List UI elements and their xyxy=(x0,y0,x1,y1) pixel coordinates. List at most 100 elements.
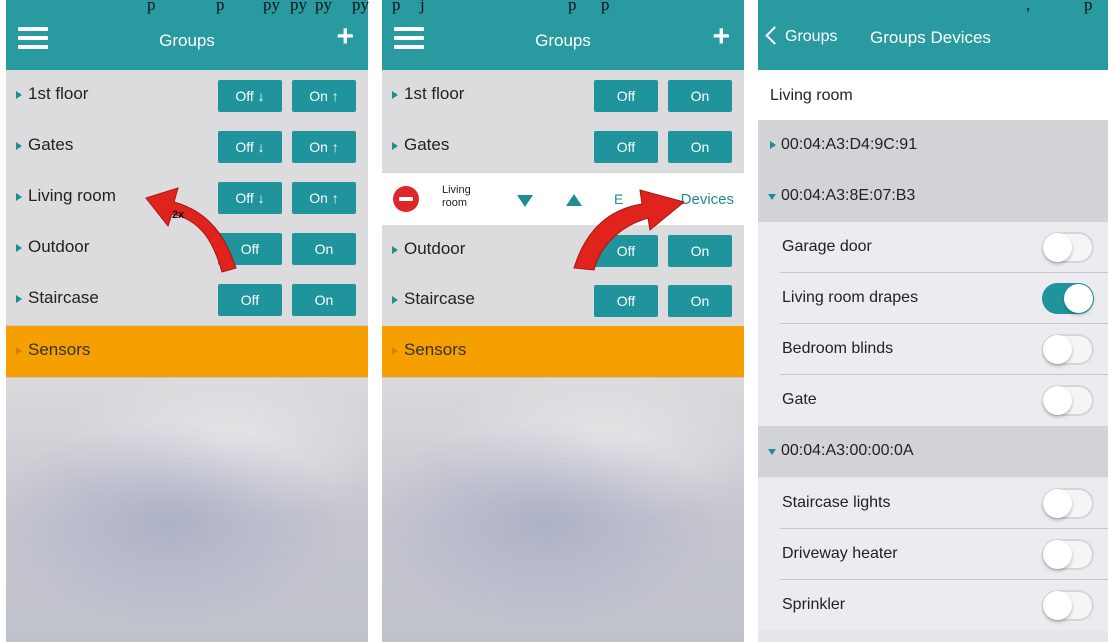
move-down-icon[interactable] xyxy=(517,195,533,207)
off-button[interactable]: Off xyxy=(594,285,658,317)
group-row[interactable]: Gates Off On xyxy=(382,121,744,172)
chevron-left-icon xyxy=(765,26,784,45)
expand-icon[interactable] xyxy=(16,193,22,201)
group-name: 1st floor xyxy=(28,84,89,103)
on-button[interactable]: On ↑ xyxy=(292,80,356,112)
device-name: Gate xyxy=(782,391,817,408)
caption-fragment: j xyxy=(420,0,425,14)
add-icon[interactable]: + xyxy=(336,22,354,52)
group-row[interactable]: Staircase Off On xyxy=(6,274,368,325)
group-row-sensors[interactable]: Sensors xyxy=(382,326,744,377)
expand-icon[interactable] xyxy=(16,347,22,355)
group-name: Sensors xyxy=(28,340,91,359)
delete-icon[interactable] xyxy=(393,186,419,212)
page-title: Groups Devices xyxy=(870,28,991,47)
controller-address: 00:04:A3:D4:9C:91 xyxy=(781,136,918,153)
collapse-icon[interactable] xyxy=(768,449,776,455)
device-toggle[interactable] xyxy=(1042,539,1094,570)
devices-button[interactable]: Devices xyxy=(681,191,734,208)
on-button[interactable]: On ↑ xyxy=(292,131,356,163)
group-name: Outdoor xyxy=(28,237,90,256)
device-toggle[interactable] xyxy=(1042,334,1094,365)
device-toggle[interactable] xyxy=(1042,590,1094,621)
collapse-icon[interactable] xyxy=(768,194,776,200)
on-button[interactable]: On xyxy=(292,284,356,316)
caption-fragment: p xyxy=(216,0,225,14)
on-button[interactable]: On xyxy=(668,80,732,112)
group-name: Staircase xyxy=(28,288,99,307)
device-row: Sprinkler xyxy=(758,580,1108,631)
swipe-count-label: 2x xyxy=(172,209,185,221)
off-button[interactable]: Off ↓ xyxy=(218,80,282,112)
device-name: Sprinkler xyxy=(782,596,846,613)
device-toggle[interactable] xyxy=(1042,385,1094,416)
off-button[interactable]: Off xyxy=(594,80,658,112)
caption-fragment: py xyxy=(352,0,369,14)
device-name: Garage door xyxy=(782,238,872,255)
group-name: Outdoor xyxy=(404,239,466,258)
group-name: Living room xyxy=(28,186,116,205)
device-toggle[interactable] xyxy=(1042,232,1094,263)
device-row: Bedroom blinds xyxy=(758,324,1108,375)
back-button[interactable]: Groups xyxy=(765,26,838,46)
caption-fragment: py xyxy=(263,0,280,14)
off-button[interactable]: Off xyxy=(594,131,658,163)
off-button[interactable]: Off xyxy=(218,284,282,316)
device-name: Staircase lights xyxy=(782,494,891,511)
device-name: Living room drapes xyxy=(782,289,919,306)
device-name: Bedroom blinds xyxy=(782,340,894,357)
caption-fragment: p xyxy=(568,0,577,14)
expand-icon[interactable] xyxy=(16,244,22,252)
caption-fragment: py xyxy=(315,0,332,14)
device-row: Staircase lights xyxy=(758,478,1108,529)
device-row: Gate xyxy=(758,375,1108,426)
group-row[interactable]: 1st floor Off ↓ On ↑ xyxy=(6,70,368,121)
device-toggle[interactable] xyxy=(1042,488,1094,519)
group-row[interactable]: 1st floor Off On xyxy=(382,70,744,121)
controller-row[interactable]: 00:04:A3:8E:07:B3 xyxy=(758,171,1108,222)
controller-row[interactable]: 00:04:A3:D4:9C:91 xyxy=(758,120,1108,171)
device-row: Driveway heater xyxy=(758,529,1108,580)
add-icon[interactable]: + xyxy=(712,22,730,52)
caption-fragment: p xyxy=(1084,0,1093,14)
group-row[interactable]: Gates Off ↓ On ↑ xyxy=(6,121,368,172)
caption-fragment: , xyxy=(1026,0,1031,14)
caption-fragment: p xyxy=(601,0,610,14)
device-toggle[interactable] xyxy=(1042,283,1094,314)
expand-icon[interactable] xyxy=(392,347,398,355)
expand-icon[interactable] xyxy=(392,91,398,99)
expand-icon[interactable] xyxy=(392,246,398,254)
tap-devices-arrow-icon xyxy=(573,189,686,271)
screen-groups: Groups + 1st floor Off ↓ On ↑ Gates Off … xyxy=(6,0,368,642)
expand-icon[interactable] xyxy=(770,141,776,149)
group-name: Staircase xyxy=(404,289,475,308)
group-row[interactable]: Outdoor Off On xyxy=(382,225,744,276)
device-name: Driveway heater xyxy=(782,545,898,562)
on-button[interactable]: On xyxy=(668,285,732,317)
expand-icon[interactable] xyxy=(392,296,398,304)
group-name: 1st floor xyxy=(404,84,465,103)
back-label: Groups xyxy=(785,28,838,45)
device-row: Garage door xyxy=(758,222,1108,273)
group-name: Gates xyxy=(28,135,74,154)
group-row-sensors[interactable]: Sensors xyxy=(6,326,368,377)
group-name: Living room xyxy=(442,184,471,209)
on-button[interactable]: On ↑ xyxy=(292,182,356,214)
on-button[interactable]: On xyxy=(668,131,732,163)
expand-icon[interactable] xyxy=(16,142,22,150)
expand-icon[interactable] xyxy=(16,91,22,99)
expand-icon[interactable] xyxy=(392,142,398,150)
off-button[interactable]: Off ↓ xyxy=(218,131,282,163)
group-row[interactable]: Staircase Off On xyxy=(382,275,744,326)
expand-icon[interactable] xyxy=(16,295,22,303)
header-title: Groups xyxy=(159,31,215,50)
device-row: Living room drapes xyxy=(758,273,1108,324)
group-name: Living room xyxy=(770,87,853,104)
group-name: Gates xyxy=(404,135,450,154)
header-title: Groups xyxy=(535,31,591,50)
controller-row[interactable]: 00:04:A3:00:00:0A xyxy=(758,426,1108,477)
on-button[interactable]: On xyxy=(292,233,356,265)
group-edit-row: Living room E Devices xyxy=(382,173,744,225)
caption-fragment: py xyxy=(290,0,307,14)
controller-address: 00:04:A3:00:00:0A xyxy=(781,442,914,459)
